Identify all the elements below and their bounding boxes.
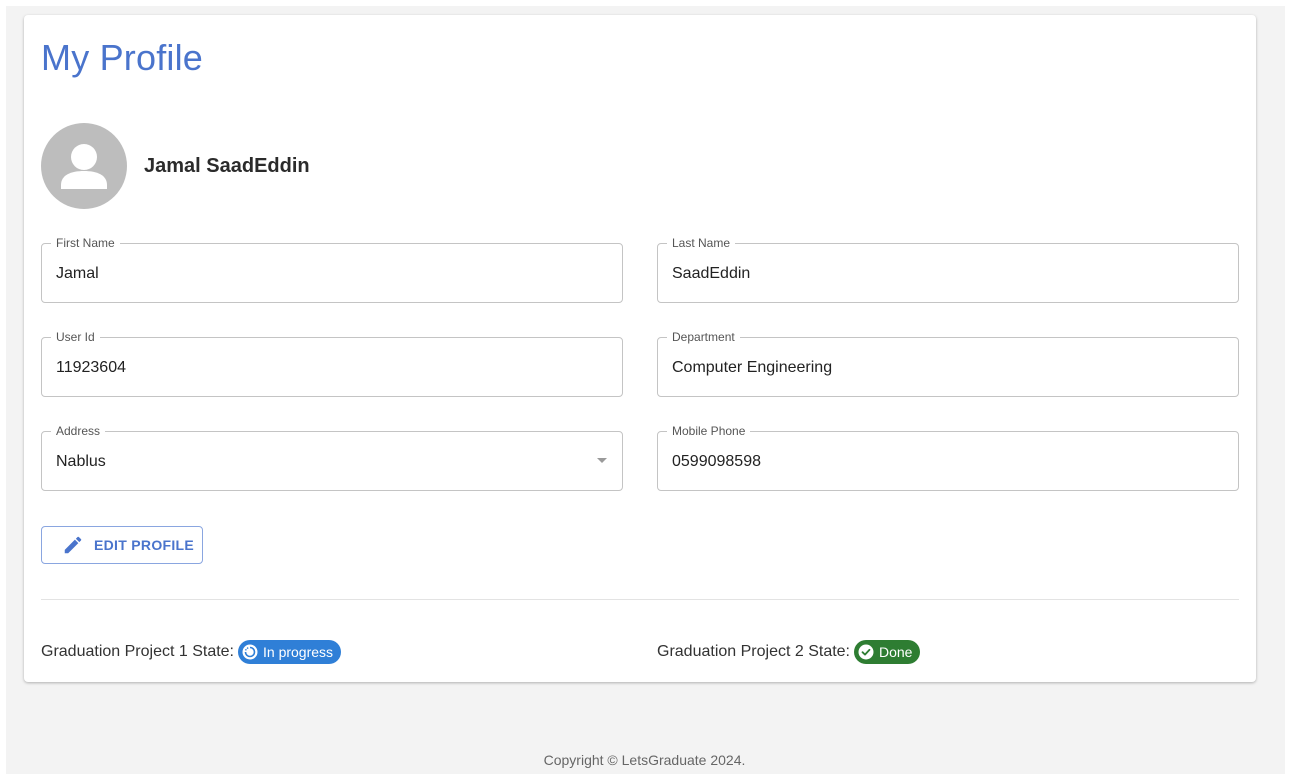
gp1-status-text: In progress — [263, 644, 334, 660]
divider — [41, 599, 1239, 600]
page-title: My Profile — [41, 37, 204, 78]
department-field[interactable]: Department Computer Engineering — [657, 330, 1239, 397]
avatar — [41, 123, 127, 209]
gp2-status-badge: Done — [854, 640, 921, 664]
mobile-phone-label: Mobile Phone — [667, 424, 751, 438]
footer-copyright: Copyright © LetsGraduate 2024. — [543, 752, 746, 768]
last-name-value: SaadEddin — [672, 265, 751, 282]
gp2-state: Graduation Project 2 State: Done — [657, 640, 921, 664]
edit-profile-button[interactable]: EDIT PROFILE — [41, 526, 203, 564]
gp1-status-badge: In progress — [238, 640, 342, 664]
mobile-phone-field[interactable]: Mobile Phone 0599098598 — [657, 424, 1239, 491]
gp2-state-label: Graduation Project 2 State: — [657, 643, 850, 660]
mobile-phone-value: 0599098598 — [672, 453, 761, 470]
pencil-icon — [64, 536, 82, 554]
gp1-state: Graduation Project 1 State: In progress — [41, 640, 342, 664]
department-label: Department — [667, 330, 740, 344]
progress-icon — [242, 644, 258, 660]
address-value: Nablus — [56, 453, 106, 470]
department-value: Computer Engineering — [672, 359, 833, 376]
user-id-label: User Id — [51, 330, 100, 344]
edit-profile-label: EDIT PROFILE — [94, 537, 195, 553]
dropdown-arrow-icon[interactable] — [597, 458, 607, 463]
first-name-value: Jamal — [56, 265, 99, 282]
last-name-label: Last Name — [667, 236, 736, 250]
gp1-state-label: Graduation Project 1 State: — [41, 643, 234, 660]
first-name-label: First Name — [51, 236, 120, 250]
user-id-value: 11923604 — [56, 359, 126, 376]
address-label: Address — [51, 424, 106, 438]
first-name-field[interactable]: First Name Jamal — [41, 236, 623, 303]
gp2-status-text: Done — [879, 644, 913, 660]
profile-card: My Profile Jamal SaadEddin First Name Ja… — [24, 15, 1256, 682]
user-id-field[interactable]: User Id 11923604 — [41, 330, 623, 397]
full-name: Jamal SaadEddin — [144, 155, 310, 177]
person-icon — [61, 144, 107, 189]
address-select[interactable]: Address Nablus — [41, 424, 623, 491]
check-circle-icon — [858, 644, 874, 660]
last-name-field[interactable]: Last Name SaadEddin — [657, 236, 1239, 303]
